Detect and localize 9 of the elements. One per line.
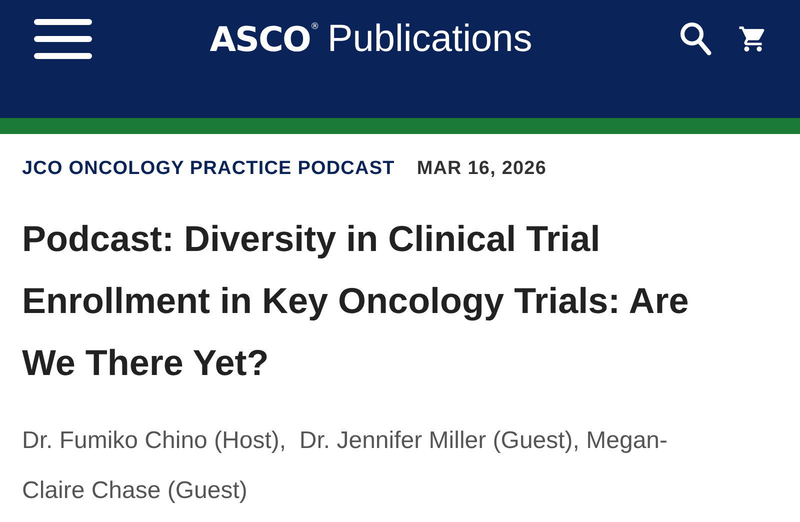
author-list: Dr. Fumiko Chino (Host), Dr. Jennifer Miller (Guest), Megan-Claire Chase (Guest) (22, 416, 672, 516)
menu-icon[interactable] (34, 19, 92, 59)
registered-mark: ® (310, 22, 320, 32)
publish-date: MAR 16, 2026 (416, 158, 547, 180)
logo-brand: ASCO (210, 20, 310, 60)
article-title: Podcast: Diversity in Clinical Trial Enrollment in Key Oncology Trials: Are We There Yet? (22, 217, 690, 385)
search-icon[interactable] (680, 22, 712, 56)
logo-name: Publications (327, 18, 532, 60)
section-label[interactable]: JCO ONCOLOGY PRACTICE PODCAST (22, 158, 395, 180)
